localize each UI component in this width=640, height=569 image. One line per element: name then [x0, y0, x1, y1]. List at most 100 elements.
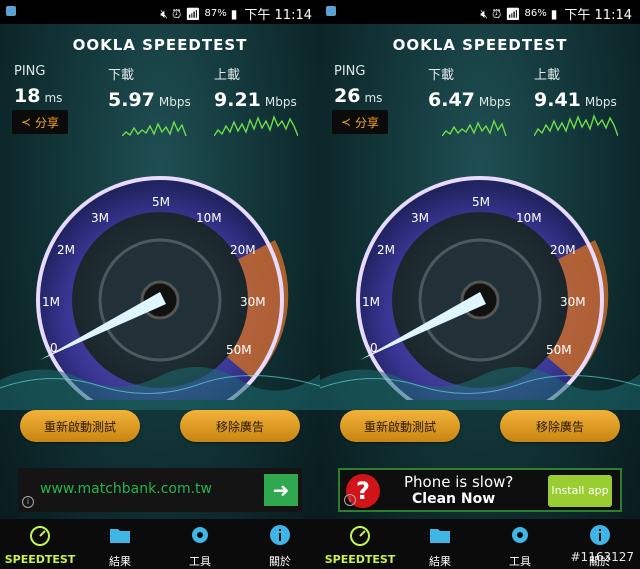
gauge-tick-1m: 1M	[42, 295, 60, 309]
mute-icon: 🔇︎	[160, 6, 168, 21]
download-unit: Mbps	[478, 95, 511, 109]
upload-label: 上載	[534, 68, 561, 83]
watermark: #1163127	[570, 550, 635, 564]
gear-icon	[192, 527, 208, 543]
status-bar: 🔇︎ ⏰︎ 📶︎ 86% ▮ 下午 11:14	[320, 0, 640, 24]
ping-unit: ms	[44, 91, 63, 105]
download-metric: 下載 5.97 Mbps	[108, 64, 191, 111]
ping-metric: PING 18 ms	[14, 64, 62, 107]
gauge-tick-5m: 5M	[472, 195, 490, 209]
gauge-tick-1m: 1M	[362, 295, 380, 309]
gear-icon	[512, 527, 528, 543]
gauge-tick-30m: 30M	[240, 295, 266, 309]
phone-screen-right: 🔇︎ ⏰︎ 📶︎ 86% ▮ 下午 11:14 OOKLA SPEEDTEST …	[320, 0, 640, 569]
ping-value: 18	[14, 85, 41, 107]
tab-speedtest[interactable]: SPEEDTEST	[320, 519, 400, 569]
share-icon: ≺	[340, 115, 352, 129]
upload-value: 9.41	[534, 89, 581, 111]
download-sparkline	[122, 120, 187, 136]
tab-tools[interactable]: 工具	[160, 519, 240, 569]
wifi-icon: 📶︎	[505, 6, 521, 21]
screens: 🔇︎ ⏰︎ 📶︎ 87% ▮ 下午 11:14 OOKLA SPEEDTEST …	[0, 0, 640, 569]
gauge-tick-10m: 10M	[516, 211, 542, 225]
battery-level: 87%	[204, 8, 227, 19]
ad-info-icon[interactable]: i	[344, 494, 356, 506]
battery-level: 86%	[524, 8, 547, 19]
alarm-icon: ⏰︎	[491, 6, 502, 21]
status-bar: 🔇︎ ⏰︎ 📶︎ 87% ▮ 下午 11:14	[0, 0, 320, 24]
gauge-tick-20m: 20M	[550, 243, 576, 257]
download-label: 下載	[428, 68, 455, 83]
upload-unit: Mbps	[264, 95, 297, 109]
folder-icon	[110, 529, 130, 543]
info-icon	[590, 525, 610, 545]
ad-info-icon[interactable]: i	[22, 496, 34, 508]
share-button[interactable]: ≺ 分享	[332, 110, 388, 134]
ping-metric: PING 26 ms	[334, 64, 382, 107]
upload-metric: 上載 9.21 Mbps	[214, 64, 297, 111]
alarm-icon: ⏰︎	[171, 6, 182, 21]
download-label: 下載	[108, 68, 135, 83]
tab-label: 工具	[509, 555, 531, 568]
ping-label: PING	[334, 64, 366, 79]
arrow-right-icon[interactable]: ➜	[264, 474, 298, 506]
gauge-tick-30m: 30M	[560, 295, 586, 309]
bottom-tab-bar: SPEEDTEST 結果 工具 關於	[0, 519, 320, 569]
install-app-button[interactable]: Install app	[548, 475, 612, 507]
upload-value: 9.21	[214, 89, 261, 111]
upload-sparkline	[214, 115, 298, 136]
remove-ads-button[interactable]: 移除廣告	[180, 410, 300, 442]
gauge-tick-5m: 5M	[152, 195, 170, 209]
status-icons: 🔇︎ ⏰︎ 📶︎ 86% ▮ 下午 11:14	[480, 4, 632, 24]
tab-tools[interactable]: 工具	[480, 519, 560, 569]
share-icon: ≺	[20, 115, 32, 129]
speedometer-icon	[350, 526, 370, 546]
wifi-icon: 📶︎	[185, 6, 201, 21]
download-value: 5.97	[108, 89, 155, 111]
ping-unit: ms	[364, 91, 383, 105]
gauge-tick-2m: 2M	[377, 243, 395, 257]
folder-icon	[430, 529, 450, 543]
ad-headline[interactable]: Phone is slow?	[404, 473, 513, 491]
tab-speedtest[interactable]: SPEEDTEST	[0, 519, 80, 569]
remove-ads-button[interactable]: 移除廣告	[500, 410, 620, 442]
tab-label: 結果	[109, 555, 131, 568]
share-button[interactable]: ≺ 分享	[12, 110, 68, 134]
tab-label: 關於	[269, 555, 291, 568]
mute-icon: 🔇︎	[480, 6, 488, 21]
ad-banner[interactable]: www.matchbank.com.tw ➜ i	[18, 468, 302, 512]
gauge-tick-10m: 10M	[196, 211, 222, 225]
tab-label: 結果	[429, 555, 451, 568]
app-logo: OOKLA SPEEDTEST	[72, 36, 248, 54]
download-sparkline	[442, 119, 507, 136]
info-icon	[270, 525, 290, 545]
upload-label: 上載	[214, 68, 241, 83]
clock: 下午 11:14	[564, 8, 632, 23]
share-label: 分享	[355, 115, 380, 130]
tab-results[interactable]: 結果	[80, 519, 160, 569]
tab-about[interactable]: 關於	[240, 519, 320, 569]
download-unit: Mbps	[158, 95, 191, 109]
download-metric: 下載 6.47 Mbps	[428, 64, 511, 111]
gauge-tick-2m: 2M	[57, 243, 75, 257]
clock: 下午 11:14	[244, 8, 312, 23]
gauge-tick-3m: 3M	[411, 211, 429, 225]
wave-decoration	[320, 366, 640, 410]
tab-results[interactable]: 結果	[400, 519, 480, 569]
ping-value: 26	[334, 85, 361, 107]
tab-label: SPEEDTEST	[324, 553, 396, 566]
ad-banner[interactable]: ? Phone is slow? Clean Now Install app i	[338, 468, 622, 512]
restart-test-button[interactable]: 重新啟動測試	[20, 410, 140, 442]
wave-decoration	[0, 366, 320, 410]
ping-label: PING	[14, 64, 46, 79]
download-value: 6.47	[428, 89, 475, 111]
ad-url[interactable]: www.matchbank.com.tw	[40, 481, 212, 497]
ad-subline[interactable]: Clean Now	[412, 491, 495, 507]
notification-icon	[326, 6, 336, 16]
battery-icon: ▮	[230, 6, 238, 21]
restart-test-button[interactable]: 重新啟動測試	[340, 410, 460, 442]
upload-metric: 上載 9.41 Mbps	[534, 64, 617, 111]
notification-icon	[6, 6, 16, 16]
upload-unit: Mbps	[584, 95, 617, 109]
gauge-tick-3m: 3M	[91, 211, 109, 225]
